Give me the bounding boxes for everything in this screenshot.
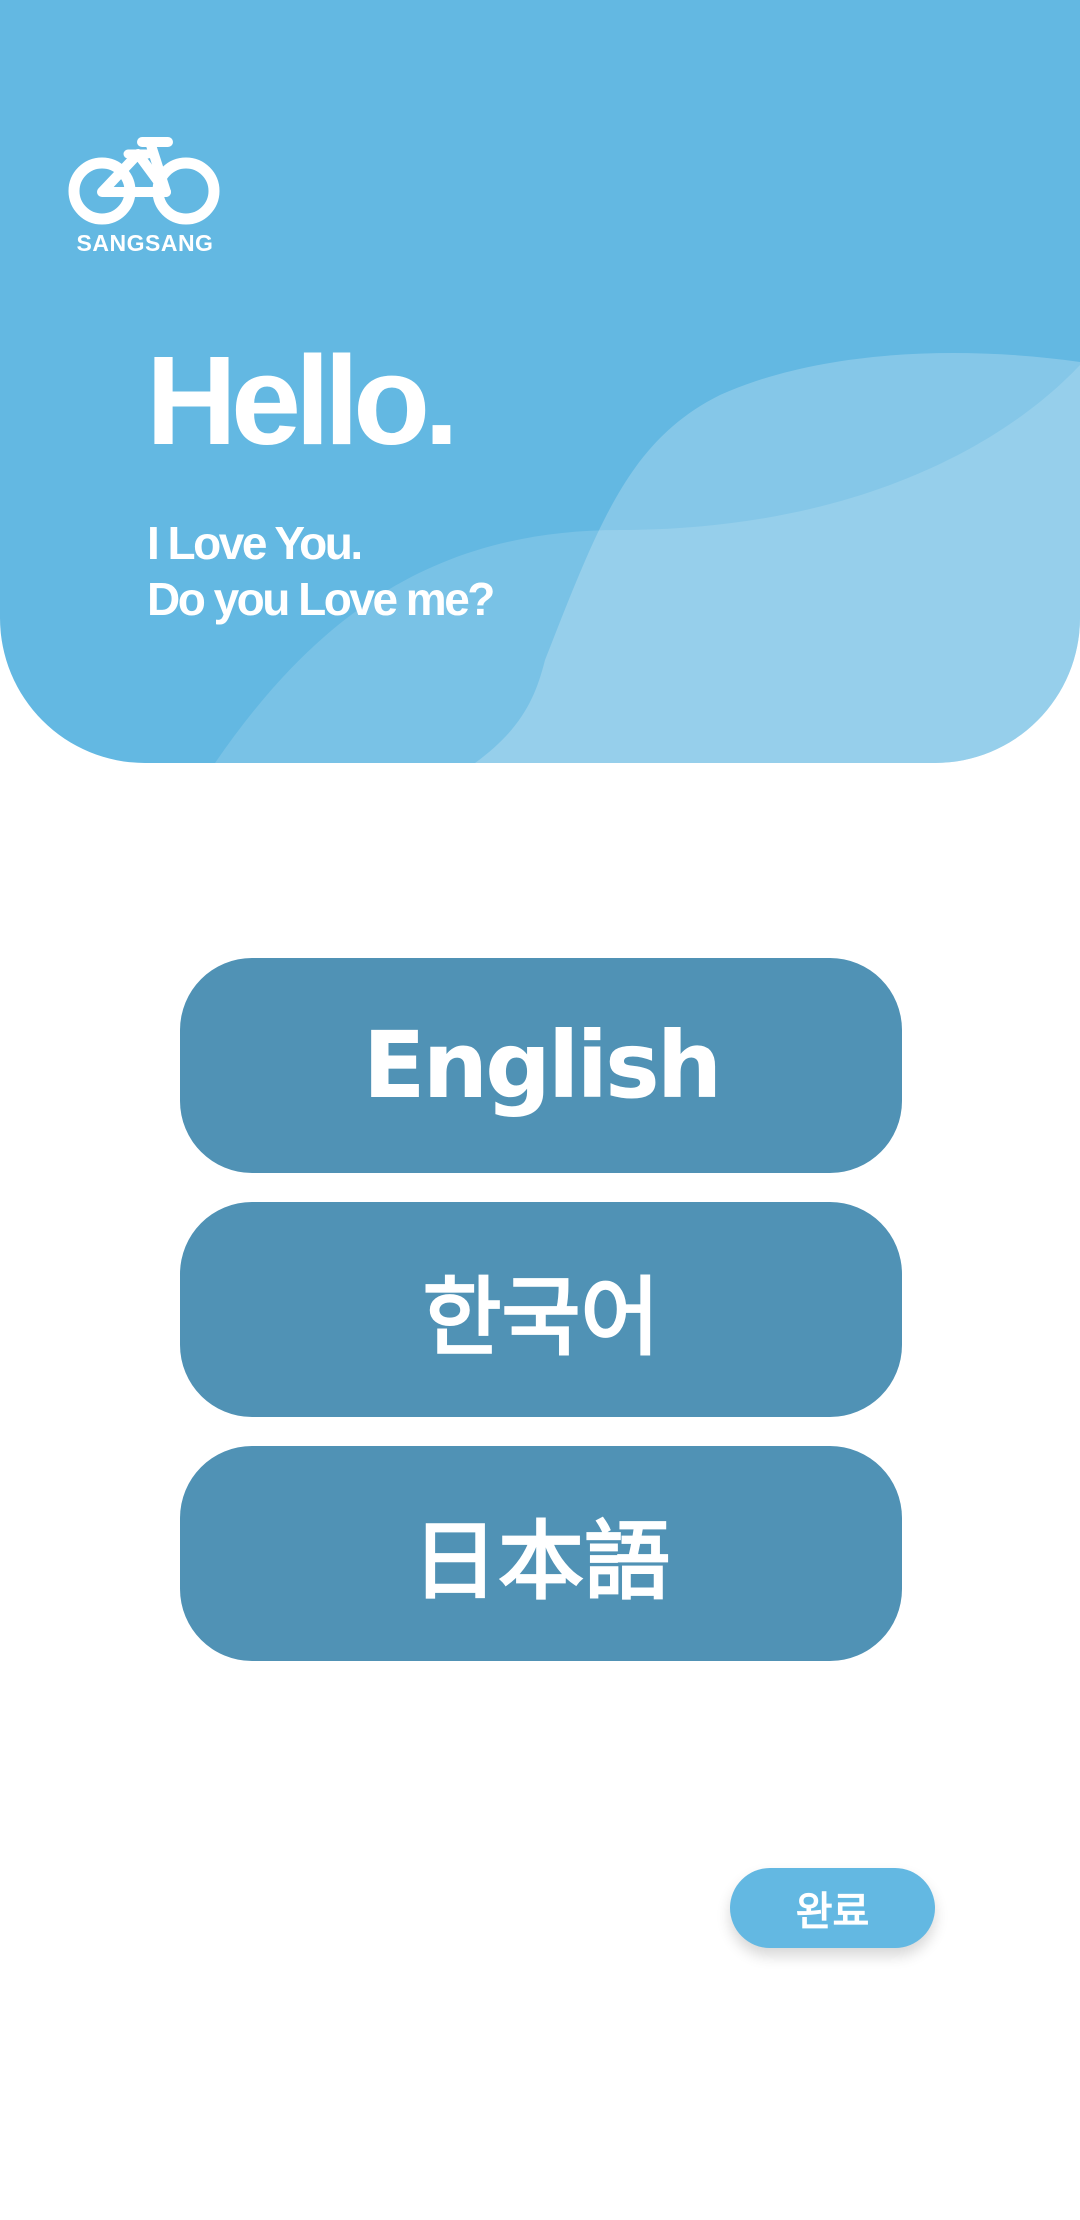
bicycle-icon xyxy=(68,137,220,225)
done-button[interactable]: 완료 xyxy=(730,1868,935,1948)
header-banner: SANGSANG Hello. I Love You. Do you Love … xyxy=(0,0,1080,763)
brand-logo: SANGSANG xyxy=(68,136,222,256)
language-japanese-button[interactable]: 日本語 xyxy=(180,1446,902,1661)
brand-name: SANGSANG xyxy=(76,230,214,256)
greeting-title: Hello. xyxy=(146,330,459,471)
greeting-subtitle-line2: Do you Love me? xyxy=(147,573,495,625)
language-korean-button[interactable]: 한국어 xyxy=(180,1202,902,1417)
language-english-button[interactable]: English xyxy=(180,958,902,1173)
greeting-subtitle-line1: I Love You. xyxy=(147,517,363,569)
